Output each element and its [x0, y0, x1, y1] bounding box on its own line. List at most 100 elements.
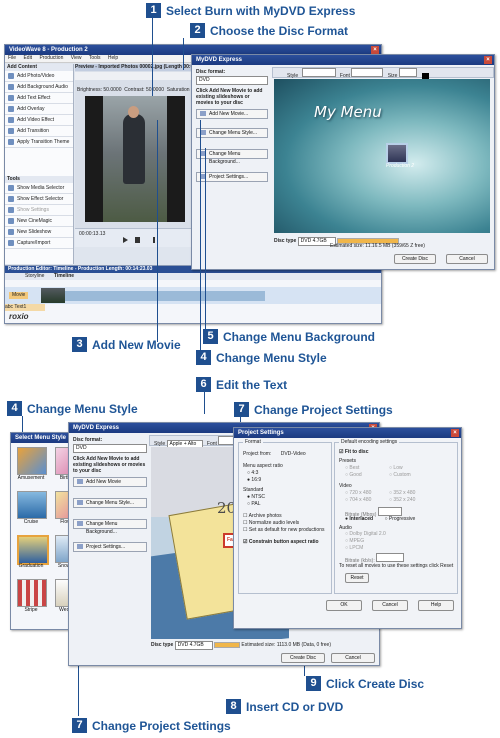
brightness-value[interactable]: Brightness: 50.0000	[77, 87, 121, 93]
add-photo-video[interactable]: Add Photo/Video	[5, 71, 73, 82]
style-select[interactable]	[301, 68, 336, 77]
new-slideshow[interactable]: New Slideshow	[5, 227, 73, 238]
preview-video	[85, 96, 185, 222]
video-720-480[interactable]: ○ 720 x 480	[345, 490, 389, 497]
style-thumb-cruise[interactable]	[17, 491, 47, 519]
archive-photos-checkbox[interactable]: ☐ Archive photos	[243, 513, 324, 520]
add-movie-hint: Click Add New Movie to add existing slid…	[196, 88, 263, 106]
interlaced-radio[interactable]: ● Interlaced	[345, 516, 373, 522]
change-menu-style-button[interactable]: Change Menu Style...	[73, 498, 147, 508]
style-thumb-stripe[interactable]	[17, 579, 47, 607]
ok-button[interactable]: OK	[326, 600, 362, 611]
reset-button[interactable]: Reset	[345, 573, 369, 583]
create-disc-button[interactable]: Create Disc	[394, 254, 436, 264]
menu-production[interactable]: Production	[39, 55, 63, 61]
preset-good-label: Good	[349, 472, 362, 478]
menu-view[interactable]: View	[71, 55, 82, 61]
style-thumb-amusement[interactable]	[17, 447, 47, 475]
callout-text: Select Burn with MyDVD Express	[166, 3, 356, 18]
close-icon[interactable]: ×	[371, 46, 379, 54]
step-number: 1	[146, 3, 161, 18]
menu-tools[interactable]: Tools	[89, 55, 101, 61]
add-transition[interactable]: Add Transition	[5, 126, 73, 137]
next-icon[interactable]	[147, 237, 155, 243]
audio-mpeg[interactable]: ○ MPEG	[345, 538, 386, 545]
cancel-button[interactable]: Cancel	[372, 600, 408, 611]
cancel-button[interactable]: Cancel	[446, 254, 488, 264]
video-352-480[interactable]: ○ 352 x 480	[389, 490, 415, 496]
progressive-radio[interactable]: ○ Progressive	[384, 516, 415, 522]
video-352-240[interactable]: ○ 352 x 240	[389, 497, 415, 503]
capture-import[interactable]: Capture/Import	[5, 238, 73, 249]
disc-format-select[interactable]: DVD	[196, 76, 268, 85]
change-menu-style-button[interactable]: Change Menu Style...	[196, 128, 268, 138]
change-menu-background-button[interactable]: Change Menu Background...	[73, 519, 147, 535]
ntsc-radio[interactable]: ● NTSC	[247, 494, 265, 501]
callout-text: Change Project Settings	[254, 402, 393, 417]
mydvd-bottom-left-panel: Disc format: DVD Click Add New Movie to …	[73, 437, 147, 555]
add-new-movie-button[interactable]: Add New Movie	[73, 477, 147, 487]
tab-storyline[interactable]: Storyline	[25, 273, 44, 279]
size-select[interactable]	[398, 68, 417, 77]
menu-help[interactable]: Help	[108, 55, 118, 61]
left-panel: Add Content Add Photo/Video Add Backgrou…	[5, 64, 74, 264]
audio-dolby[interactable]: ○ Dolby Digital 2.0	[345, 531, 386, 538]
new-cinemagic[interactable]: New CineMagic Production	[5, 216, 73, 234]
menu-edit[interactable]: Edit	[23, 55, 32, 61]
callout-text: Add New Movie	[92, 337, 181, 352]
menu-item-thumb[interactable]	[386, 143, 408, 164]
format-label: Format	[243, 439, 263, 446]
help-button[interactable]: Help	[418, 600, 454, 611]
style-thumb-graduation[interactable]	[17, 535, 49, 565]
add-text-effect[interactable]: Add Text Effect	[5, 93, 73, 104]
play-icon[interactable]	[123, 237, 128, 243]
disc-type-select[interactable]: DVD 4.7GB	[174, 641, 213, 650]
project-settings-button[interactable]: Project Settings...	[73, 542, 147, 552]
bitrate-field[interactable]	[377, 507, 402, 516]
change-menu-background-button[interactable]: Change Menu Background...	[196, 149, 268, 165]
add-background-audio[interactable]: Add Background Audio	[5, 82, 73, 93]
close-icon[interactable]: ×	[484, 56, 492, 64]
create-disc-button[interactable]: Create Disc	[281, 653, 325, 663]
aspect-16-9-radio[interactable]: ● 16:9	[247, 477, 261, 484]
contrast-value[interactable]: Contrast: 50.0000	[124, 87, 164, 93]
add-overlay[interactable]: Add Overlay	[5, 104, 73, 115]
project-settings-button[interactable]: Project Settings...	[196, 172, 268, 182]
normalize-audio-label: Normalize audio levels	[248, 520, 300, 526]
menu-file[interactable]: File	[8, 55, 16, 61]
menu-item-caption[interactable]: Production 2	[386, 163, 414, 169]
add-new-movie-button[interactable]: Add New Movie...	[196, 109, 268, 119]
preset-best[interactable]: ○ Best	[345, 465, 389, 472]
stop-icon[interactable]	[135, 237, 140, 243]
show-settings[interactable]: Show Settings	[5, 205, 73, 216]
audio-lpcm[interactable]: ○ LPCM	[345, 545, 386, 552]
disc-format-label: Disc format:	[73, 437, 103, 443]
audio-bitrate-select[interactable]	[376, 553, 405, 562]
step-number: 9	[306, 676, 321, 691]
add-video-effect[interactable]: Add Video Effect	[5, 115, 73, 126]
close-icon[interactable]: ×	[451, 429, 459, 437]
show-media-selector[interactable]: Show Media Selector	[5, 183, 73, 194]
preview-title: Preview - Imported Photos 00002.jpg (Len…	[75, 64, 195, 71]
cancel-button[interactable]: Cancel	[331, 653, 375, 663]
menu-title-text[interactable]: My Menu	[314, 103, 382, 121]
disc-format-select[interactable]: DVD	[73, 444, 147, 453]
preset-good[interactable]: ○ Good	[345, 472, 389, 479]
normalize-audio-checkbox[interactable]: ☐ Normalize audio levels	[243, 520, 324, 527]
show-effect-selector[interactable]: Show Effect Selector	[5, 194, 73, 205]
set-default-checkbox[interactable]: ☐ Set as default for new productions	[243, 527, 324, 534]
constrain-checkbox[interactable]: ☑ Constrain button aspect ratio	[243, 539, 319, 546]
preset-low[interactable]: ○ Low	[389, 465, 403, 471]
preset-custom[interactable]: ○ Custom	[389, 472, 411, 478]
font-select[interactable]	[351, 68, 384, 77]
step-number: 4	[196, 350, 211, 365]
audio-lpcm-label: LPCM	[349, 545, 364, 551]
aspect-4-3-radio[interactable]: ○ 4:3	[247, 470, 261, 477]
video-704-480[interactable]: ○ 704 x 480	[345, 497, 389, 504]
pal-radio[interactable]: ○ PAL	[247, 501, 265, 508]
tab-timeline[interactable]: Timeline	[54, 273, 74, 279]
apply-transition-theme[interactable]: Apply Transition Theme	[5, 137, 73, 148]
fit-to-disc-checkbox[interactable]: ☑ Fit to disc	[339, 449, 369, 456]
color-swatch[interactable]	[422, 72, 430, 79]
clip-thumb[interactable]	[41, 288, 65, 303]
